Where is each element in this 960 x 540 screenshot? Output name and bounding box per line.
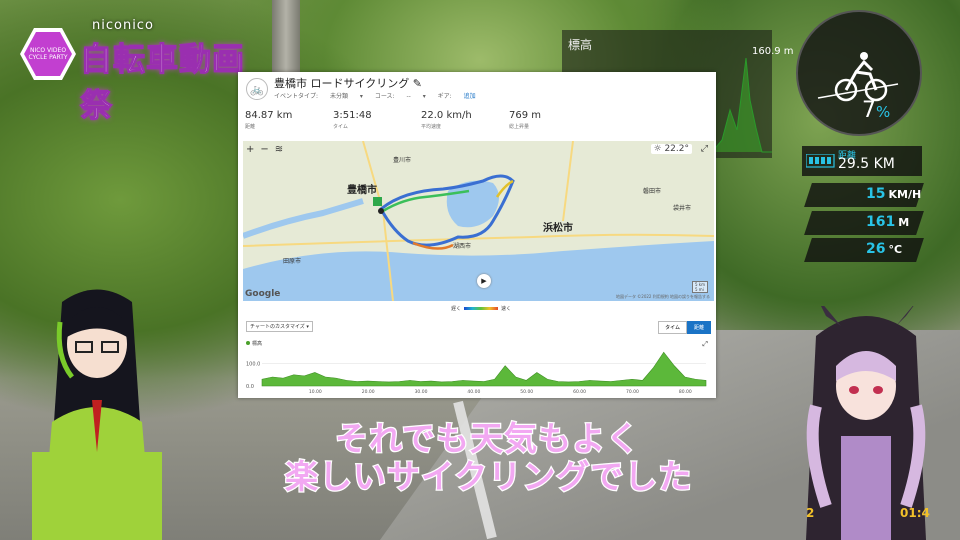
stat-avg-speed: 22.0 km/h 平均速度 [421, 110, 472, 130]
logo-subtitle: niconico [92, 18, 154, 33]
map-attribution[interactable]: 地図データ ©2022 利用規約 地図の誤りを報告する [616, 294, 710, 300]
zoom-out-button[interactable]: − [260, 144, 268, 155]
stat-distance: 84.87 km 距離 [245, 110, 293, 130]
festival-logo: NICO VIDEO CYCLE PARTY niconico 自転車動画祭 [18, 18, 268, 125]
speed-legend: 遅く 速く [451, 306, 512, 312]
chart-axis-toggle: タイム 距離 [658, 321, 711, 334]
logo-badge: NICO VIDEO CYCLE PARTY [20, 28, 76, 80]
x-tick-label: 30.00 [415, 389, 428, 394]
google-logo: Google [245, 289, 281, 299]
x-tick-label: 80.00 [679, 389, 692, 394]
temperature-value: 26 °C [866, 241, 903, 257]
cyclist-icon [817, 52, 899, 102]
map-scale: 5 km 5 mi [691, 281, 708, 293]
speed-value: 15 KM/H [866, 186, 922, 202]
layers-button[interactable]: ≋ [275, 144, 283, 155]
add-gear-link[interactable]: 追加 [464, 93, 476, 100]
map-label: 豊川市 [393, 157, 412, 164]
temperature-panel [804, 238, 924, 262]
y-tick-label: 100.0 [246, 362, 260, 368]
map-label: 袋井市 [673, 205, 692, 212]
map-label: 磐田市 [643, 188, 662, 195]
zoom-in-button[interactable]: + [246, 144, 254, 155]
stat-elevation-gain: 769 m 総上昇量 [509, 110, 542, 130]
x-tick-label: 20.00 [362, 389, 375, 394]
map-city-hamamatsu: 浜松市 [543, 223, 573, 234]
stat-time: 3:51:48 タイム [333, 110, 372, 130]
course[interactable]: コース: -- ▾ [375, 93, 426, 100]
video-date: 2 [806, 506, 815, 520]
play-route-button[interactable]: ▶ [477, 274, 491, 288]
route-map[interactable]: + − ≋ ☼ 22.2° ⤢ 豊橋市 浜松市 豊川市 湖西市 田原市 磐田市 … [243, 141, 714, 301]
chart-legend: 標高 [246, 340, 262, 347]
activity-title[interactable]: 豊橋市 ロードサイクリング ✎ [274, 75, 422, 91]
x-tick-label: 50.00 [520, 389, 533, 394]
elevation-area-series [261, 351, 707, 387]
altitude-value: 161 M [866, 214, 910, 230]
elevation-max-value: 160.9 m [752, 46, 794, 57]
map-expand-icon[interactable]: ⤢ [701, 144, 708, 154]
odometer-icon [806, 154, 835, 168]
grade-gauge [796, 10, 922, 136]
video-clock: 01:4 [900, 506, 930, 520]
subtitle-line-2: 楽しいサイクリングでした [284, 456, 693, 498]
toggle-time[interactable]: タイム [658, 321, 687, 334]
map-label: 田原市 [283, 258, 302, 265]
map-label: 湖西市 [453, 243, 472, 250]
toggle-distance[interactable]: 距離 [686, 321, 711, 334]
chart-customize-dropdown[interactable]: チャートのカスタマイズ ▾ [246, 321, 313, 332]
gear: ギア: 追加 [437, 93, 476, 100]
weather-temp[interactable]: ☼ 22.2° [650, 144, 692, 154]
distance-value: 29.5 KM [838, 156, 895, 172]
activity-meta: イベントタイプ: 未分類 ▾ コース: -- ▾ ギア: 追加 [274, 91, 496, 100]
edit-icon[interactable]: ✎ [413, 77, 422, 90]
y-tick-label: 0.0 [246, 384, 254, 390]
map-city-toyohashi: 豊橋市 [347, 185, 377, 196]
elevation-chart[interactable]: 100.0 0.0 10.00 20.00 30.00 40.00 50.00 60.00 70… [246, 348, 710, 394]
activity-stats: 84.87 km 距離 3:51:48 タイム 22.0 km/h 平均速度 769 … [245, 110, 625, 130]
elevation-label: 標高 [568, 38, 593, 52]
bike-activity-icon: 🚲 [246, 78, 268, 100]
event-type[interactable]: イベントタイプ: 未分類 ▾ [274, 93, 363, 100]
speed-gradient [464, 307, 499, 310]
x-tick-label: 10.00 [309, 389, 322, 394]
character-right [806, 306, 926, 540]
grade-value: 7% [862, 98, 891, 123]
x-tick-label: 60.00 [573, 389, 586, 394]
x-tick-label: 40.00 [467, 389, 480, 394]
logo-badge-text: NICO VIDEO CYCLE PARTY [24, 32, 72, 76]
x-tick-label: 70.00 [626, 389, 639, 394]
character-left [32, 289, 162, 540]
map-controls: + − ≋ [246, 144, 283, 155]
activity-panel: 🚲 豊橋市 ロードサイクリング ✎ イベントタイプ: 未分類 ▾ コース: --… [238, 72, 716, 398]
